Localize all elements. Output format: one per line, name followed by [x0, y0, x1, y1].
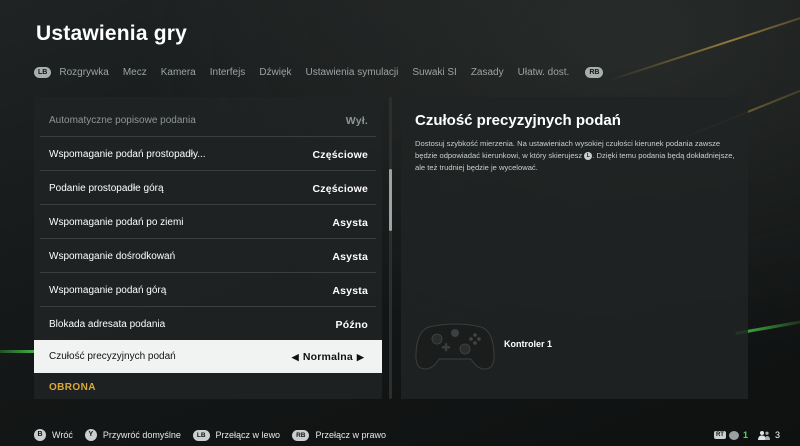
footer-label: Przełącz w prawo	[315, 430, 386, 440]
setting-row-automatyczne-popisowe-podania[interactable]: Automatyczne popisowe podania Wył.	[34, 104, 382, 137]
rb-bumper-icon[interactable]: RB	[585, 66, 604, 78]
stadium-light-streak	[606, 0, 800, 83]
row-divider	[40, 170, 376, 171]
detail-title: Czułość precyzyjnych podań	[415, 112, 621, 129]
lb-button-icon: LB	[192, 429, 210, 441]
scrollbar-thumb[interactable]	[389, 169, 392, 231]
players-icon	[757, 431, 770, 440]
setting-label: Wspomaganie podań prostopadły...	[49, 149, 206, 160]
row-divider	[40, 306, 376, 307]
setting-value: Normalna	[302, 350, 353, 363]
tab-ustawienia-symulacji[interactable]: Ustawienia symulacji	[306, 67, 399, 78]
setting-label: Czułość precyzyjnych podań	[49, 351, 176, 362]
setting-row-wspomaganie-podan-prostopadlych[interactable]: Wspomaganie podań prostopadły... Częścio…	[34, 138, 382, 171]
footer-restore-defaults-button[interactable]: Y Przywróć domyślne	[84, 429, 181, 441]
list-scrollbar[interactable]	[389, 97, 392, 399]
section-header-obrona: OBRONA	[49, 382, 96, 393]
tab-dzwiek[interactable]: Dźwięk	[259, 67, 291, 78]
detail-panel: Czułość precyzyjnych podań Dostosuj szyb…	[401, 97, 748, 399]
setting-row-wspomaganie-podan-gora[interactable]: Wspomaganie podań górą Asysta	[34, 274, 382, 307]
tab-rozgrywka[interactable]: Rozgrywka	[59, 67, 108, 78]
setting-value: Późno	[335, 318, 368, 331]
players-count: 3	[774, 430, 780, 440]
setting-label: Blokada adresata podania	[49, 319, 166, 330]
setting-row-blokada-adresata-podania[interactable]: Blokada adresata podania Późno	[34, 308, 382, 341]
arrow-left-icon[interactable]: ◀	[292, 352, 299, 362]
controller-count: 1	[742, 430, 748, 440]
tab-suwaki-si[interactable]: Suwaki SI	[412, 67, 456, 78]
b-button-icon: B	[34, 429, 46, 441]
setting-value: Częściowe	[312, 182, 368, 195]
row-divider	[40, 238, 376, 239]
setting-label: Wspomaganie podań po ziemi	[49, 217, 184, 228]
footer-switch-left-button[interactable]: LB Przełącz w lewo	[192, 429, 281, 441]
footer-button-hints: B Wróć Y Przywróć domyślne LB Przełącz w…	[34, 428, 398, 442]
row-divider	[40, 272, 376, 273]
setting-row-wspomaganie-podan-po-ziemi[interactable]: Wspomaganie podań po ziemi Asysta	[34, 206, 382, 239]
footer-label: Przełącz w lewo	[215, 430, 281, 440]
arrow-right-icon[interactable]: ▶	[357, 352, 364, 362]
setting-row-czulosc-precyzyjnych-podan[interactable]: Czułość precyzyjnych podań ◀ Normalna ▶	[34, 340, 382, 373]
setting-label: Podanie prostopadłe górą	[49, 183, 164, 194]
y-button-icon: Y	[84, 429, 97, 441]
controller-icon	[728, 430, 739, 440]
setting-label: Wspomaganie podań górą	[49, 285, 167, 296]
setting-value: Asysta	[332, 284, 368, 297]
footer-back-button[interactable]: B Wróć	[34, 429, 73, 441]
controller-label: Kontroler 1	[504, 339, 553, 349]
rt-trigger-icon: RT	[713, 431, 726, 439]
tab-mecz[interactable]: Mecz	[123, 67, 147, 78]
lb-bumper-icon[interactable]: LB	[34, 66, 52, 78]
tab-kamera[interactable]: Kamera	[161, 67, 196, 78]
row-divider	[40, 136, 376, 137]
setting-value: Asysta	[332, 250, 368, 263]
settings-list: Automatyczne popisowe podania Wył. Wspom…	[34, 97, 382, 399]
setting-value: Wył.	[345, 114, 368, 127]
status-area: RT 1 3	[713, 428, 780, 442]
setting-value: Asysta	[332, 216, 368, 229]
setting-row-podanie-prostopadle-gora[interactable]: Podanie prostopadłe górą Częściowe	[34, 172, 382, 205]
setting-label: Wspomaganie dośrodkowań	[49, 251, 176, 262]
tab-zasady[interactable]: Zasady	[471, 67, 504, 78]
tab-ulatw-dost[interactable]: Ułatw. dost.	[518, 67, 570, 78]
footer-label: Wróć	[52, 430, 73, 440]
row-divider	[40, 204, 376, 205]
setting-value-selector[interactable]: ◀ Normalna ▶	[288, 351, 368, 363]
xbox-controller-icon	[415, 323, 495, 370]
setting-row-wspomaganie-dosrodkowan[interactable]: Wspomaganie dośrodkowań Asysta	[34, 240, 382, 273]
tab-interfejs[interactable]: Interfejs	[210, 67, 246, 78]
setting-label: Automatyczne popisowe podania	[49, 115, 196, 126]
footer-switch-right-button[interactable]: RB Przełącz w prawo	[292, 429, 386, 441]
detail-description: Dostosuj szybkość mierzenia. Na ustawien…	[415, 138, 740, 174]
rb-button-icon: RB	[292, 429, 310, 441]
footer-label: Przywróć domyślne	[102, 430, 181, 440]
page-title: Ustawienia gry	[36, 22, 188, 45]
setting-value: Częściowe	[312, 148, 368, 161]
settings-tabs: LB Rozgrywka Mecz Kamera Interfejs Dźwię…	[34, 64, 604, 80]
